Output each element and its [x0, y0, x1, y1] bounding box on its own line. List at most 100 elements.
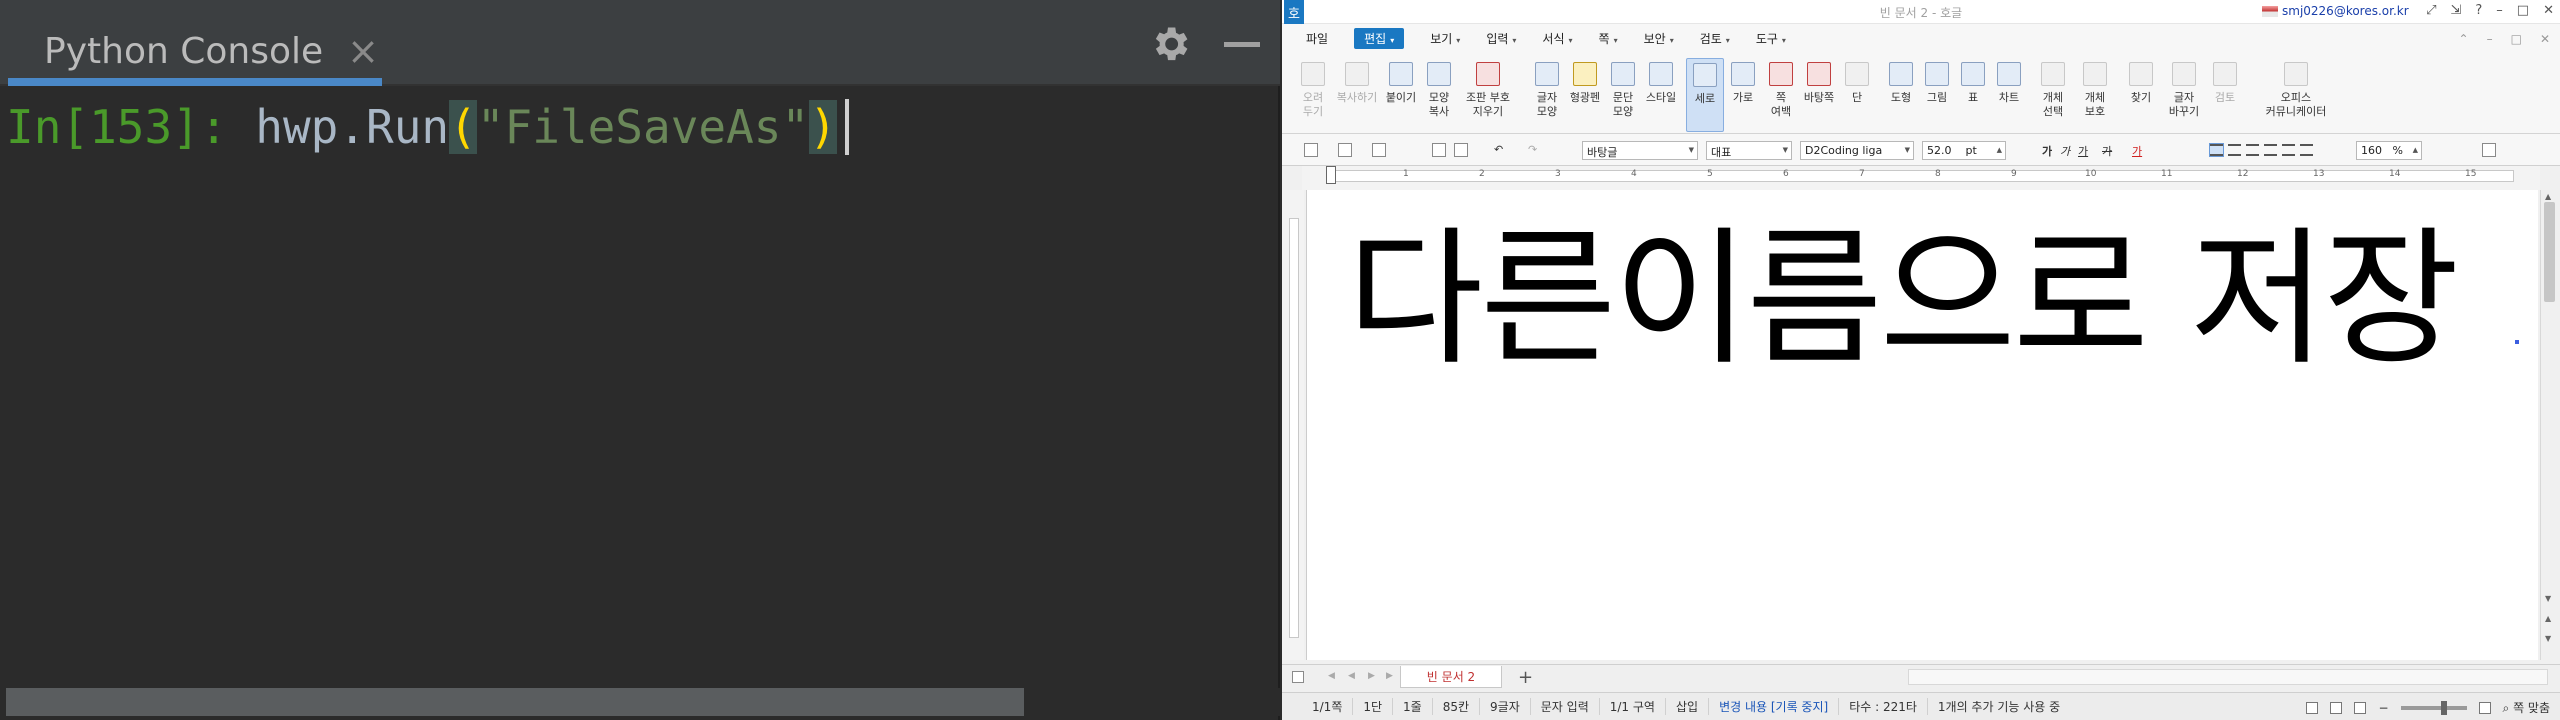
menu-page[interactable]: 쪽 ▾: [1599, 30, 1618, 47]
font-color-button[interactable]: 가: [2132, 143, 2142, 159]
gear-icon[interactable]: [1148, 22, 1192, 66]
print-icon[interactable]: [1432, 143, 1446, 157]
bold-button[interactable]: 가: [2042, 143, 2052, 159]
help-icon[interactable]: ?: [2475, 3, 2482, 18]
align-distribute-button[interactable]: [2282, 144, 2295, 156]
spell-check-button[interactable]: 검토: [2206, 58, 2244, 132]
landscape-button[interactable]: 가로: [1724, 58, 1762, 132]
menu-format[interactable]: 서식 ▾: [1542, 30, 1572, 47]
scrollbar-thumb[interactable]: [6, 688, 1024, 716]
ribbon-minimize-icon[interactable]: –: [2487, 32, 2493, 46]
save-icon[interactable]: [1372, 143, 1386, 157]
redo-icon[interactable]: ↷: [1528, 143, 1537, 156]
toolbar-options-icon[interactable]: [2482, 143, 2496, 157]
zoom-slider-knob[interactable]: [2440, 700, 2447, 715]
zoom-out-icon[interactable]: −: [2378, 701, 2388, 715]
ribbon-collapse-icon[interactable]: ⌃: [2459, 32, 2469, 46]
document-horizontal-scrollbar[interactable]: [1908, 669, 2548, 685]
scroll-down-icon[interactable]: ▼: [2545, 594, 2551, 603]
open-folder-icon[interactable]: [1338, 143, 1352, 157]
tab-next-icon[interactable]: ▶: [1368, 671, 1375, 681]
font-select[interactable]: D2Coding liga ▼: [1800, 141, 1914, 160]
ribbon-close-icon[interactable]: ✕: [2540, 32, 2550, 46]
table-button[interactable]: 표: [1954, 58, 1992, 132]
minimize-icon[interactable]: [1224, 42, 1260, 47]
page-up-icon[interactable]: ▲: [2545, 614, 2551, 623]
menu-edit[interactable]: 편집 ▾: [1354, 27, 1405, 49]
italic-button[interactable]: 가: [2060, 143, 2070, 159]
vertical-ruler[interactable]: [1282, 190, 1304, 660]
char-shape-button[interactable]: 글자 모양: [1528, 58, 1566, 132]
console-input-line[interactable]: In[153]: hwp.Run ( "FileSaveAs" ): [6, 92, 849, 162]
menu-view[interactable]: 보기 ▾: [1430, 30, 1460, 47]
maximize-window-icon[interactable]: □: [2517, 3, 2529, 18]
fullscreen-icon[interactable]: ⤢: [2426, 3, 2436, 18]
scroll-up-icon[interactable]: ▲: [2545, 192, 2551, 201]
zoom-slider[interactable]: [2400, 700, 2467, 715]
align-left-button[interactable]: [2228, 144, 2241, 156]
view-normal-icon[interactable]: [2306, 701, 2319, 714]
replace-button[interactable]: 글자 바꾸기: [2162, 58, 2206, 132]
format-copy-button[interactable]: 모양 복사: [1420, 58, 1458, 132]
tab-last-icon[interactable]: ▶: [1386, 671, 1393, 681]
restore-icon[interactable]: ⇲: [2450, 3, 2461, 18]
strike-button[interactable]: 가: [2102, 143, 2112, 159]
copy-button[interactable]: 복사하기: [1332, 58, 1382, 132]
zoom-input[interactable]: 160 % ▲: [2356, 141, 2422, 160]
status-insert-mode[interactable]: 삽입: [1666, 698, 1710, 715]
status-addons[interactable]: 1개의 추가 기능 사용 중: [1928, 698, 2070, 715]
align-right-button[interactable]: [2264, 144, 2277, 156]
office-communicator-button[interactable]: 오피스 커뮤니케이터: [2254, 58, 2338, 132]
vertical-scrollbar-thumb[interactable]: [2544, 202, 2555, 302]
indent-marker[interactable]: [1326, 166, 1336, 184]
status-track-changes[interactable]: 변경 내용 [기록 중지]: [1709, 698, 1840, 715]
zoom-in-icon[interactable]: [2478, 701, 2491, 714]
para-shape-button[interactable]: 문단 모양: [1604, 58, 1642, 132]
document-tab[interactable]: 빈 문서 2: [1400, 666, 1502, 688]
columns-button[interactable]: 단: [1838, 58, 1876, 132]
new-document-icon[interactable]: [1304, 143, 1318, 157]
close-icon[interactable]: ×: [347, 29, 379, 73]
user-account[interactable]: smj0226@kores.or.kr: [2262, 4, 2409, 18]
font-size-input[interactable]: 52.0 pt ▲: [1922, 141, 2006, 160]
document-body-text[interactable]: 다른이름으로 저장: [1347, 218, 2459, 381]
picture-button[interactable]: 그림: [1918, 58, 1956, 132]
style-button[interactable]: 스타일: [1642, 58, 1680, 132]
find-button[interactable]: 찾기: [2122, 58, 2160, 132]
align-justify-button[interactable]: [2209, 143, 2224, 157]
tab-list-icon[interactable]: [1292, 671, 1304, 683]
document-vertical-scrollbar[interactable]: ▲ ▼ ▲ ▼: [2540, 190, 2558, 660]
select-object-button[interactable]: 개체 선택: [2034, 58, 2072, 132]
align-divide-button[interactable]: [2300, 144, 2313, 156]
paste-button[interactable]: 붙이기: [1382, 58, 1420, 132]
document-page[interactable]: 다른이름으로 저장: [1306, 190, 2538, 660]
menu-security[interactable]: 보안 ▾: [1644, 30, 1674, 47]
console-horizontal-scrollbar[interactable]: [0, 688, 1280, 716]
page-margin-button[interactable]: 쪽 여백: [1762, 58, 1800, 132]
font-language-select[interactable]: 바탕글 ▼: [1582, 141, 1698, 160]
status-page[interactable]: 1/1쪽: [1302, 698, 1354, 715]
view-page-icon[interactable]: [2330, 701, 2343, 714]
add-tab-icon[interactable]: +: [1518, 667, 1533, 688]
view-web-icon[interactable]: [2354, 701, 2367, 714]
menu-insert[interactable]: 입력 ▾: [1486, 30, 1516, 47]
chart-button[interactable]: 차트: [1990, 58, 2028, 132]
horizontal-ruler[interactable]: 1 2 3 4 5 6 7 8 9 10 11 12 13 14 15: [1302, 166, 2540, 190]
background-page-button[interactable]: 바탕쪽: [1800, 58, 1838, 132]
fit-page-button[interactable]: ⌕ 쪽 맞춤: [2503, 699, 2550, 716]
print-preview-icon[interactable]: [1454, 143, 1468, 157]
remove-marks-button[interactable]: 조판 부호 지우기: [1458, 58, 1518, 132]
align-center-button[interactable]: [2246, 144, 2259, 156]
minimize-window-icon[interactable]: –: [2496, 3, 2503, 18]
underline-button[interactable]: 가: [2078, 143, 2088, 159]
shapes-button[interactable]: 도형: [1882, 58, 1920, 132]
protect-object-button[interactable]: 개체 보호: [2076, 58, 2114, 132]
tab-prev-icon[interactable]: ◀: [1348, 671, 1355, 681]
tab-first-icon[interactable]: ◀: [1328, 671, 1335, 681]
close-window-icon[interactable]: ✕: [2543, 3, 2554, 18]
undo-icon[interactable]: ↶: [1494, 143, 1503, 156]
highlighter-button[interactable]: 형광펜: [1566, 58, 1604, 132]
cut-button[interactable]: 오려 두기: [1294, 58, 1332, 132]
menu-review[interactable]: 검토 ▾: [1700, 30, 1730, 47]
menu-tools[interactable]: 도구 ▾: [1756, 30, 1786, 47]
